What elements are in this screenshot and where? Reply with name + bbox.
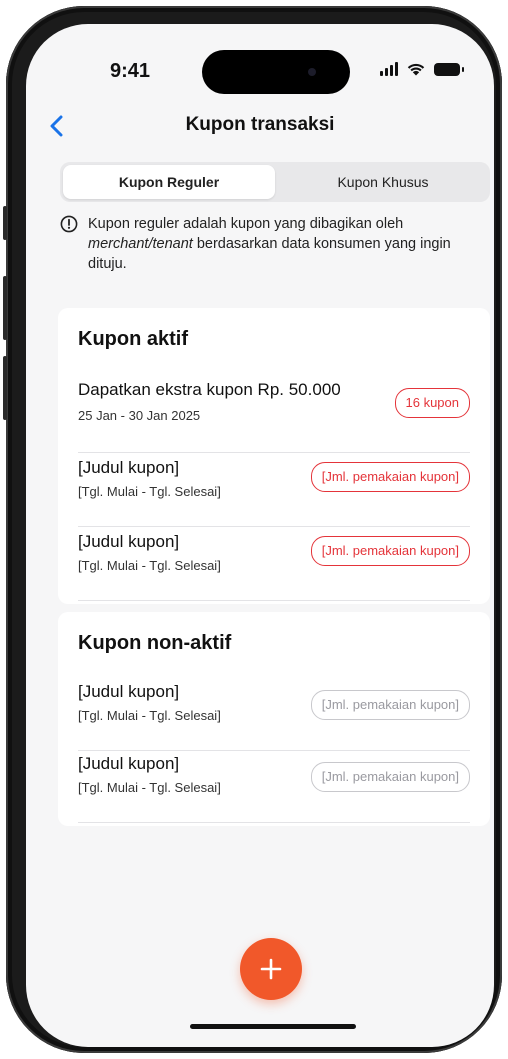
plus-icon — [260, 958, 282, 980]
coupon-title: [Judul kupon] — [78, 532, 180, 551]
coupon-date: [Tgl. Mulai - Tgl. Selesai] — [78, 708, 221, 723]
add-coupon-button[interactable] — [240, 938, 302, 1000]
coupon-usage-badge: [Jml. pemakaian kupon] — [310, 462, 470, 492]
coupon-row[interactable]: [Judul kupon] [Tgl. Mulai - Tgl. Selesai… — [78, 454, 470, 527]
coupon-date: [Tgl. Mulai - Tgl. Selesai] — [78, 558, 221, 573]
camera-dot — [308, 68, 316, 76]
coupon-row[interactable]: Dapatkan ekstra kupon Rp. 50.000 25 Jan … — [78, 380, 470, 453]
tab-kupon-khusus[interactable]: Kupon Khusus — [280, 165, 486, 199]
coupon-title: [Judul kupon] — [78, 754, 180, 773]
coupon-row[interactable]: [Judul kupon] [Tgl. Mulai - Tgl. Selesai… — [78, 678, 470, 751]
coupon-count-badge: 16 kupon — [394, 388, 470, 418]
mute-switch — [3, 206, 7, 240]
volume-up-button — [3, 276, 7, 340]
info-note: Kupon reguler adalah kupon yang dibagika… — [60, 214, 472, 274]
signal-icon — [380, 62, 398, 76]
coupon-title: [Judul kupon] — [78, 458, 180, 477]
info-text: Kupon reguler adalah kupon yang dibagika… — [88, 216, 451, 272]
active-section-title: Kupon aktif — [78, 328, 188, 350]
coupon-date: [Tgl. Mulai - Tgl. Selesai] — [78, 484, 221, 499]
active-coupons-card: Kupon aktif Dapatkan ekstra kupon Rp. 50… — [58, 308, 490, 604]
status-icons — [380, 62, 464, 76]
dynamic-island — [202, 50, 350, 94]
battery-icon — [434, 63, 464, 76]
coupon-usage-badge: [Jml. pemakaian kupon] — [310, 690, 470, 720]
coupon-type-tabs: Kupon Reguler Kupon Khusus — [60, 162, 490, 202]
screen: 9:41 Kupon transaksi Kupon Reguler Kupon… — [26, 24, 494, 1047]
coupon-title: Dapatkan ekstra kupon Rp. 50.000 — [78, 380, 341, 399]
tab-kupon-reguler[interactable]: Kupon Reguler — [63, 165, 275, 199]
status-time: 9:41 — [110, 60, 151, 82]
coupon-date: [Tgl. Mulai - Tgl. Selesai] — [78, 780, 221, 795]
inactive-section-title: Kupon non-aktif — [78, 632, 232, 654]
coupon-row[interactable]: [Judul kupon] [Tgl. Mulai - Tgl. Selesai… — [78, 750, 470, 823]
wifi-icon — [407, 63, 425, 76]
volume-down-button — [3, 356, 7, 420]
phone-frame: 9:41 Kupon transaksi Kupon Reguler Kupon… — [3, 6, 502, 1053]
coupon-row[interactable]: [Judul kupon] [Tgl. Mulai - Tgl. Selesai… — [78, 528, 470, 601]
coupon-usage-badge: [Jml. pemakaian kupon] — [310, 536, 470, 566]
inactive-coupons-card: Kupon non-aktif [Judul kupon] [Tgl. Mula… — [58, 612, 490, 826]
home-indicator[interactable] — [190, 1024, 356, 1029]
info-circle-icon — [60, 215, 78, 233]
coupon-title: [Judul kupon] — [78, 682, 180, 701]
coupon-date: 25 Jan - 30 Jan 2025 — [78, 408, 201, 423]
status-bar: 9:41 — [26, 24, 494, 94]
nav-bar: Kupon transaksi — [26, 104, 494, 148]
coupon-usage-badge: [Jml. pemakaian kupon] — [310, 762, 470, 792]
page-title: Kupon transaksi — [185, 114, 335, 135]
